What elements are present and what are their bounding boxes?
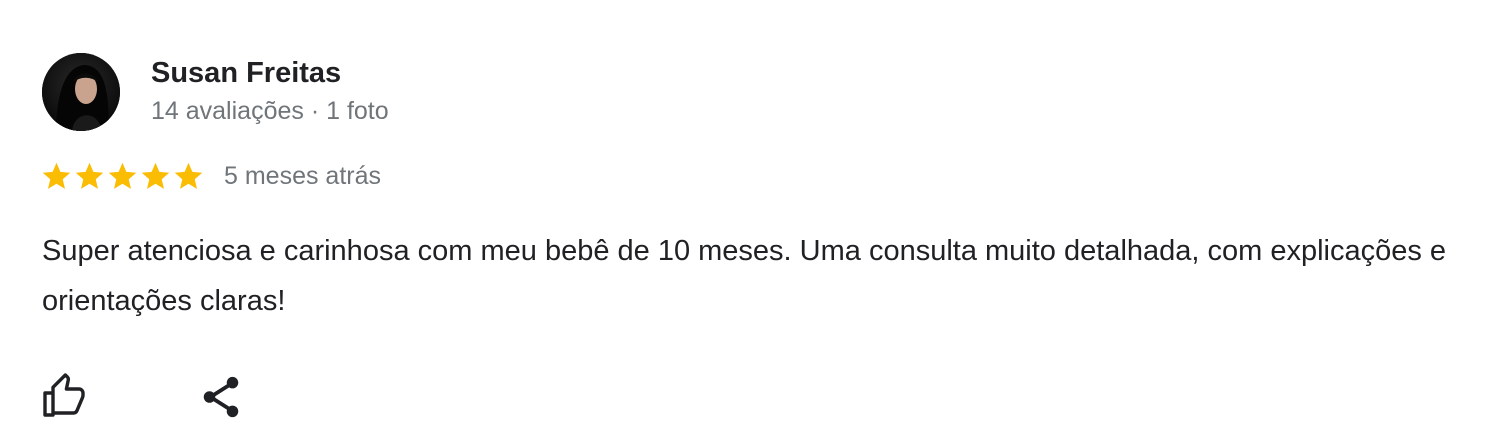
share-icon (203, 376, 239, 418)
author-meta: 14 avaliações · 1 foto (151, 97, 389, 125)
thumbs-up-icon (43, 373, 85, 417)
review-text: Super atenciosa e carinhosa com meu bebê… (42, 235, 1447, 317)
star-icon (141, 162, 170, 189)
rating-row: 5 meses atrás (40, 158, 381, 194)
star-icon (75, 162, 104, 189)
star-icon (108, 162, 137, 189)
review-card: Susan Freitas 14 avaliações · 1 foto 5 m… (0, 0, 1501, 444)
avatar-photo (42, 53, 120, 131)
author-name[interactable]: Susan Freitas (151, 55, 341, 91)
like-button[interactable] (40, 372, 90, 422)
star-rating (40, 160, 205, 193)
share-button[interactable] (196, 372, 246, 422)
author-avatar[interactable] (42, 53, 120, 131)
star-icon (42, 162, 71, 189)
review-date: 5 meses atrás (224, 162, 382, 190)
star-icon (174, 162, 203, 189)
